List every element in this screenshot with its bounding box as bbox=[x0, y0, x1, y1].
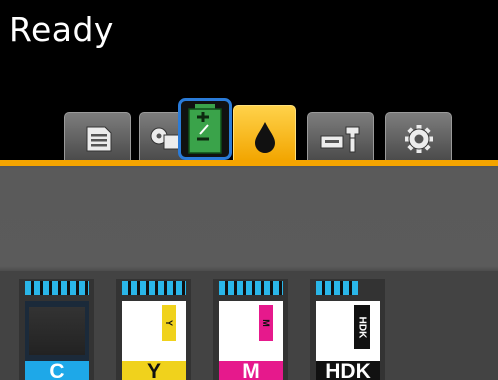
cartridge-tag: Y bbox=[162, 305, 176, 341]
status-text: Ready bbox=[9, 10, 114, 49]
gear-icon bbox=[405, 125, 433, 153]
ink-level-bar bbox=[122, 281, 186, 295]
tab-ink[interactable] bbox=[233, 105, 296, 161]
ink-color-label: Y bbox=[122, 361, 186, 380]
tab-setup[interactable] bbox=[385, 112, 452, 161]
printer-lcd-screen: Ready C Y Y M M HDK HDK bbox=[0, 0, 498, 380]
tab-print-queue[interactable] bbox=[64, 112, 131, 161]
ink-color-label: HDK bbox=[316, 361, 380, 380]
info-panel bbox=[0, 166, 498, 271]
document-list-icon bbox=[86, 126, 112, 152]
ink-slot-yellow: Y Y bbox=[116, 279, 191, 380]
ink-level-bar bbox=[25, 281, 89, 295]
cartridge-tag: HDK bbox=[354, 305, 370, 349]
ink-level-bar bbox=[219, 281, 283, 295]
ink-level-bar bbox=[316, 281, 380, 295]
ink-drop-icon bbox=[255, 122, 275, 153]
printer-wrench-icon bbox=[320, 126, 360, 153]
ink-slot-hdk: HDK HDK bbox=[310, 279, 385, 380]
ink-slot-cyan: C bbox=[19, 279, 94, 380]
cartridge-tag: M bbox=[259, 305, 273, 341]
cartridge-window bbox=[29, 307, 85, 355]
ink-cartridge: Y bbox=[122, 301, 186, 361]
battery-plus-minus-icon[interactable] bbox=[178, 98, 232, 160]
ink-cartridge: M bbox=[219, 301, 283, 361]
ink-color-label: C bbox=[25, 361, 89, 380]
tab-maintenance[interactable] bbox=[307, 112, 374, 161]
ink-cartridge bbox=[25, 301, 89, 361]
ink-color-label: M bbox=[219, 361, 283, 380]
ink-cartridge: HDK bbox=[316, 301, 380, 361]
ink-slot-magenta: M M bbox=[213, 279, 288, 380]
